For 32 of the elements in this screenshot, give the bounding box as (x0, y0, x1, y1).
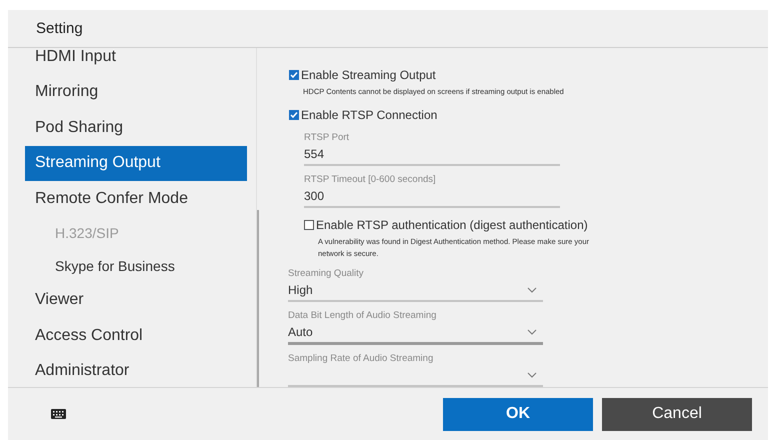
checkbox[interactable] (289, 110, 299, 120)
sidebar-item[interactable]: HDMI Input (25, 48, 247, 74)
input-field[interactable]: 300 (304, 187, 560, 208)
sidebar-item[interactable]: Mirroring (25, 74, 247, 110)
chevron-down-icon (527, 372, 537, 378)
checkbox-label: Enable RTSP Connection (301, 108, 438, 122)
checkbox-label: Enable RTSP authentication (digest authentication) (316, 218, 588, 232)
field-label: RTSP Port (304, 132, 350, 143)
checkbox-label: Enable Streaming Output (301, 68, 436, 82)
sidebar-item[interactable]: Streaming Output (25, 146, 247, 181)
sidebar-item[interactable]: Administrator (25, 354, 247, 387)
chevron-down-icon (527, 287, 537, 293)
field-label: Sampling Rate of Audio Streaming (288, 353, 434, 364)
field-label: Streaming Quality (288, 268, 365, 279)
sidebar-item[interactable]: Pod Sharing (25, 110, 247, 146)
window-title: Setting (8, 10, 768, 48)
checkbox[interactable] (304, 220, 314, 230)
chevron-down-icon (527, 329, 537, 335)
field-label: Data Bit Length of Audio Streaming (288, 310, 438, 321)
dropdown[interactable]: Auto (288, 323, 543, 345)
sidebar-item[interactable]: Access Control (25, 318, 247, 354)
keyboard-icon[interactable] (51, 409, 66, 419)
dropdown[interactable]: High (288, 281, 543, 302)
input-field[interactable]: 554 (304, 145, 560, 166)
sidebar-item[interactable]: Skype for Business (25, 250, 250, 282)
cancel-button[interactable]: Cancel (602, 398, 752, 430)
sidebar-item[interactable]: Viewer (25, 282, 247, 318)
scrollbar-thumb[interactable] (257, 210, 259, 387)
ok-button[interactable]: OK (443, 398, 593, 430)
checkbox[interactable] (289, 70, 299, 80)
field-label: RTSP Timeout [0-600 seconds] (304, 174, 437, 185)
sidebar-item[interactable]: Remote Confer Mode (25, 181, 247, 216)
